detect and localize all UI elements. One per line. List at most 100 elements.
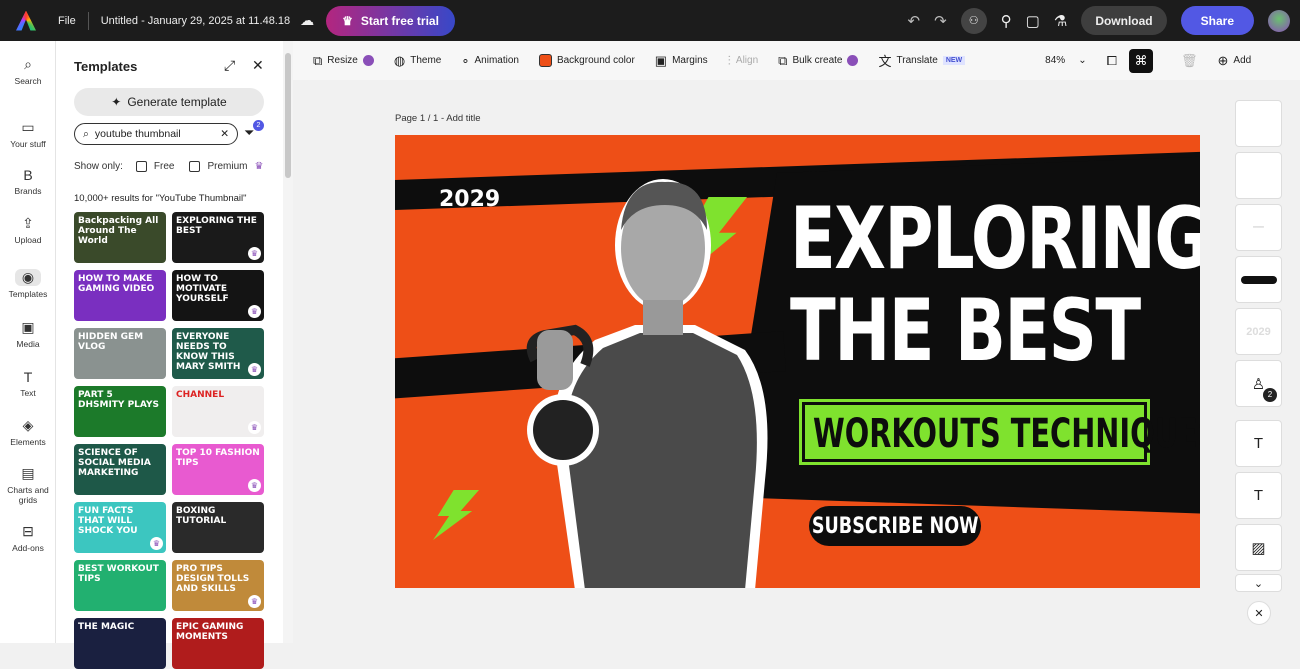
template-thumbnail[interactable]: FUN FACTS THAT WILL SHOCK YOU ♛ (74, 502, 166, 553)
subtitle-box[interactable]: WORKOUTS TECHNIQUES (799, 399, 1200, 465)
page-label[interactable]: Page 1 / 1 - Add title (395, 113, 481, 124)
scrollbar-thumb[interactable] (285, 53, 291, 178)
template-text: PRO TIPS DESIGN TOLLS AND SKILLS (176, 564, 250, 594)
subscribe-button[interactable]: SUBSCRIBE NOW (809, 506, 981, 546)
lightbulb-icon[interactable]: ⚲ (1001, 12, 1012, 30)
expand-icon[interactable]: ⤢ (224, 57, 235, 74)
sidebar-item-media[interactable]: ▣ Media (0, 319, 56, 349)
headline[interactable]: EXPLORING THE BEST (790, 193, 1200, 377)
top-bar: File Untitled - January 29, 2025 at 11.4… (0, 0, 1300, 41)
sidebar-item-your-stuff[interactable]: ▭ Your stuff (0, 119, 56, 149)
app-logo[interactable] (16, 10, 36, 31)
sidebar-item-label: Elements (10, 437, 46, 447)
add-button[interactable]: ⊕ Add (1218, 53, 1252, 69)
premium-icon (362, 55, 374, 66)
template-thumbnail[interactable]: CHANNEL ♛ (172, 386, 264, 437)
scroll-down-button[interactable]: ⌄ (1235, 574, 1282, 592)
sidebar-item-add-ons[interactable]: ⊟ Add-ons (0, 523, 56, 553)
close-layers-button[interactable]: ✕ (1247, 601, 1271, 625)
clear-icon[interactable]: ✕ (220, 128, 229, 140)
animation-icon: ∘ (461, 52, 470, 68)
layer-item[interactable]: ♙ 2 (1235, 360, 1282, 407)
chevron-down-icon: ⌄ (1253, 577, 1264, 590)
zoom-dropdown[interactable]: 84% ⌄ (1045, 55, 1086, 66)
comment-icon[interactable]: ▢ (1026, 12, 1040, 30)
bulk-create-button[interactable]: ⧉ Bulk create (778, 53, 859, 69)
layer-item[interactable]: T (1235, 472, 1282, 519)
sidebar-item-search[interactable]: ⌕ Search (0, 56, 56, 86)
template-thumbnail[interactable]: EPIC GAMING MOMENTS (172, 618, 264, 669)
template-text: HOW TO MOTIVATE YOURSELF (176, 274, 229, 304)
avatar[interactable] (1268, 9, 1290, 32)
layer-item[interactable]: 2029 (1235, 308, 1282, 355)
translate-button[interactable]: 文 Translate NEW (878, 51, 966, 70)
undo-icon[interactable]: ↶ (908, 12, 921, 30)
person-photo[interactable] (515, 150, 785, 588)
template-thumbnail[interactable]: THE MAGIC (74, 618, 166, 669)
trash-icon[interactable]: 🗑 (1181, 53, 1198, 69)
design-canvas[interactable]: 2029 EXPLORING THE BEST WORKOUTS TECHNIQU… (395, 135, 1200, 588)
layer-item[interactable] (1235, 100, 1282, 147)
file-menu[interactable]: File (58, 15, 76, 27)
show-only-label: Show only: (74, 161, 123, 172)
flask-icon[interactable]: ⚗ (1054, 12, 1067, 30)
left-rail: ⌕ Search ▭ Your stuff B Brands ⇪ Upload ◉ Templat… (0, 41, 56, 643)
animation-button[interactable]: ∘ Animation (461, 53, 519, 69)
theme-label: Theme (410, 55, 442, 66)
palette-icon: ◍ (393, 52, 406, 68)
template-thumbnail[interactable]: HIDDEN GEM VLOG (74, 328, 166, 379)
background-color-button[interactable]: Background color (538, 54, 635, 67)
pages-icon[interactable]: ⧠ (1107, 53, 1117, 69)
sidebar-item-charts-and-grids[interactable]: ▤ Charts and grids (0, 465, 56, 505)
free-checkbox[interactable] (135, 161, 147, 172)
sidebar-item-elements[interactable]: ◈ Elements (0, 417, 56, 447)
redo-icon[interactable]: ↷ (934, 12, 947, 30)
premium-crown-icon: ♛ (248, 421, 261, 434)
search-input[interactable]: ⌕ youtube thumbnail ✕ (74, 123, 238, 145)
template-thumbnail[interactable]: BOXING TUTORIAL (172, 502, 264, 553)
cloud-sync-icon[interactable]: ☁ (300, 12, 314, 29)
share-button[interactable]: Share (1180, 6, 1254, 35)
template-thumbnail[interactable]: HOW TO MOTIVATE YOURSELF ♛ (172, 270, 264, 321)
year-text[interactable]: 2029 (439, 187, 500, 212)
sidebar-item-text[interactable]: T Text (0, 369, 56, 398)
layers-icon[interactable]: ⌘ (1128, 48, 1153, 73)
template-thumbnail[interactable]: Backpacking All Around The World (74, 212, 166, 263)
toolbar: ⧉ Resize ◍ Theme ∘ Animation Background col… (293, 41, 1300, 80)
invite-icon[interactable]: ⚇ (960, 7, 987, 34)
premium-checkbox[interactable] (189, 161, 201, 172)
generate-template-button[interactable]: ✦ Generate template (74, 88, 264, 116)
document-title[interactable]: Untitled - January 29, 2025 at 11.48.18 (101, 15, 290, 27)
template-thumbnail[interactable]: PART 5 DHSMITY PLAYS (74, 386, 166, 437)
template-thumbnail[interactable]: EVERYONE NEEDS TO KNOW THIS MARY SMITH ♛ (172, 328, 264, 379)
download-button[interactable]: Download (1081, 6, 1167, 35)
sidebar-item-templates[interactable]: ◉ Templates (0, 269, 56, 299)
template-thumbnail[interactable]: SCIENCE OF SOCIAL MEDIA MARKETING (74, 444, 166, 495)
chart-icon: ▤ (21, 465, 35, 481)
template-thumbnail[interactable]: EXPLORING THE BEST ♛ (172, 212, 264, 263)
upload-icon: ⇪ (22, 215, 34, 231)
search-icon: ⌕ (24, 56, 32, 72)
margins-button[interactable]: ▣ Margins (655, 53, 708, 69)
start-free-trial-button[interactable]: ♛ Start free trial (326, 5, 455, 36)
layer-item[interactable]: ▨ (1235, 524, 1282, 571)
theme-button[interactable]: ◍ Theme (394, 53, 441, 69)
sidebar-item-upload[interactable]: ⇪ Upload (0, 215, 56, 245)
template-text: CHANNEL (176, 390, 225, 400)
layer-item[interactable] (1235, 256, 1282, 303)
template-thumbnail[interactable]: TOP 10 FASHION TIPS ♛ (172, 444, 264, 495)
panel-scrollbar[interactable] (283, 41, 293, 643)
resize-button[interactable]: ⧉ Resize (313, 53, 374, 69)
layer-item[interactable] (1235, 152, 1282, 199)
layer-item[interactable]: T (1235, 420, 1282, 467)
premium-crown-icon: ♛ (248, 479, 261, 492)
align-button[interactable]: ⫶ Align (728, 53, 759, 69)
sidebar-item-brands[interactable]: B Brands (0, 167, 56, 196)
template-thumbnail[interactable]: BEST WORKOUT TIPS (74, 560, 166, 611)
lightning-bolt-icon[interactable] (433, 490, 479, 540)
template-thumbnail[interactable]: HOW TO MAKE GAMING VIDEO (74, 270, 166, 321)
template-thumbnail[interactable]: PRO TIPS DESIGN TOLLS AND SKILLS ♛ (172, 560, 264, 611)
templates-panel: Templates ⤢ ✕ ✦ Generate template ⌕ youtub… (56, 41, 293, 669)
layer-item[interactable]: ━━━ (1235, 204, 1282, 251)
close-icon[interactable]: ✕ (252, 57, 264, 74)
